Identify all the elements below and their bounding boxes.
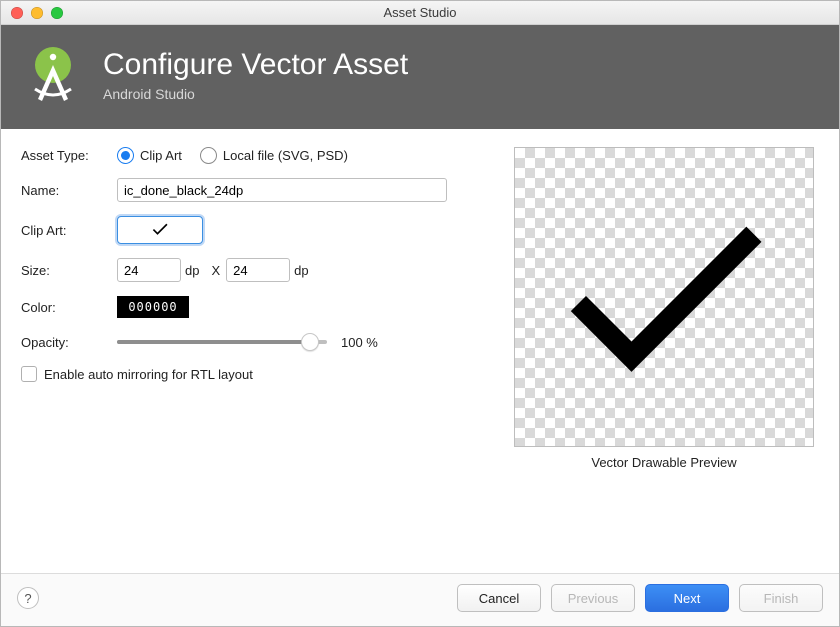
slider-thumb-icon[interactable]: [301, 333, 319, 351]
radio-local-file[interactable]: Local file (SVG, PSD): [200, 147, 348, 164]
clip-art-picker-button[interactable]: [117, 216, 203, 244]
form-panel: Asset Type: Clip Art Local file (SVG, PS…: [21, 147, 481, 565]
size-row: Size: dp X dp: [21, 258, 481, 282]
main-content: Asset Type: Clip Art Local file (SVG, PS…: [1, 129, 839, 573]
finish-button[interactable]: Finish: [739, 584, 823, 612]
color-label: Color:: [21, 300, 117, 315]
opacity-label: Opacity:: [21, 335, 117, 350]
preview-box: [514, 147, 814, 447]
clip-art-label: Clip Art:: [21, 223, 117, 238]
radio-clip-art-label: Clip Art: [140, 148, 182, 163]
opacity-slider-wrap: 100 %: [117, 332, 481, 352]
android-studio-icon: [21, 43, 85, 107]
color-row: Color: 000000: [21, 296, 481, 318]
opacity-value: 100 %: [341, 335, 378, 350]
preview-checkmark-icon: [534, 166, 794, 429]
size-height-input[interactable]: [226, 258, 290, 282]
checkmark-icon: [146, 219, 174, 242]
page-title: Configure Vector Asset: [103, 48, 408, 83]
radio-indicator-icon: [200, 147, 217, 164]
name-input[interactable]: [117, 178, 447, 202]
name-label: Name:: [21, 183, 117, 198]
size-width-input[interactable]: [117, 258, 181, 282]
previous-button[interactable]: Previous: [551, 584, 635, 612]
size-width-unit: dp: [185, 263, 199, 278]
size-x: X: [211, 263, 220, 278]
asset-type-radios: Clip Art Local file (SVG, PSD): [117, 147, 348, 164]
page-subtitle: Android Studio: [103, 86, 408, 102]
rtl-mirroring-checkbox[interactable]: Enable auto mirroring for RTL layout: [21, 366, 481, 382]
name-row: Name:: [21, 178, 481, 202]
radio-local-file-label: Local file (SVG, PSD): [223, 148, 348, 163]
opacity-row: Opacity: 100 %: [21, 332, 481, 352]
next-button[interactable]: Next: [645, 584, 729, 612]
checkbox-icon: [21, 366, 37, 382]
preview-label: Vector Drawable Preview: [591, 455, 736, 470]
asset-type-row: Asset Type: Clip Art Local file (SVG, PS…: [21, 147, 481, 164]
size-height-unit: dp: [294, 263, 308, 278]
help-button[interactable]: ?: [17, 587, 39, 609]
slider-fill: [117, 340, 310, 344]
banner-titles: Configure Vector Asset Android Studio: [103, 48, 408, 103]
window-title: Asset Studio: [1, 5, 839, 20]
page-banner: Configure Vector Asset Android Studio: [1, 25, 839, 129]
rtl-mirroring-label: Enable auto mirroring for RTL layout: [44, 367, 253, 382]
footer: ? Cancel Previous Next Finish: [1, 573, 839, 626]
asset-type-label: Asset Type:: [21, 148, 117, 163]
size-label: Size:: [21, 263, 117, 278]
radio-clip-art[interactable]: Clip Art: [117, 147, 182, 164]
preview-panel: Vector Drawable Preview: [509, 147, 819, 565]
clip-art-row: Clip Art:: [21, 216, 481, 244]
radio-indicator-icon: [117, 147, 134, 164]
opacity-slider[interactable]: [117, 332, 327, 352]
color-picker-button[interactable]: 000000: [117, 296, 189, 318]
titlebar: Asset Studio: [1, 1, 839, 25]
cancel-button[interactable]: Cancel: [457, 584, 541, 612]
